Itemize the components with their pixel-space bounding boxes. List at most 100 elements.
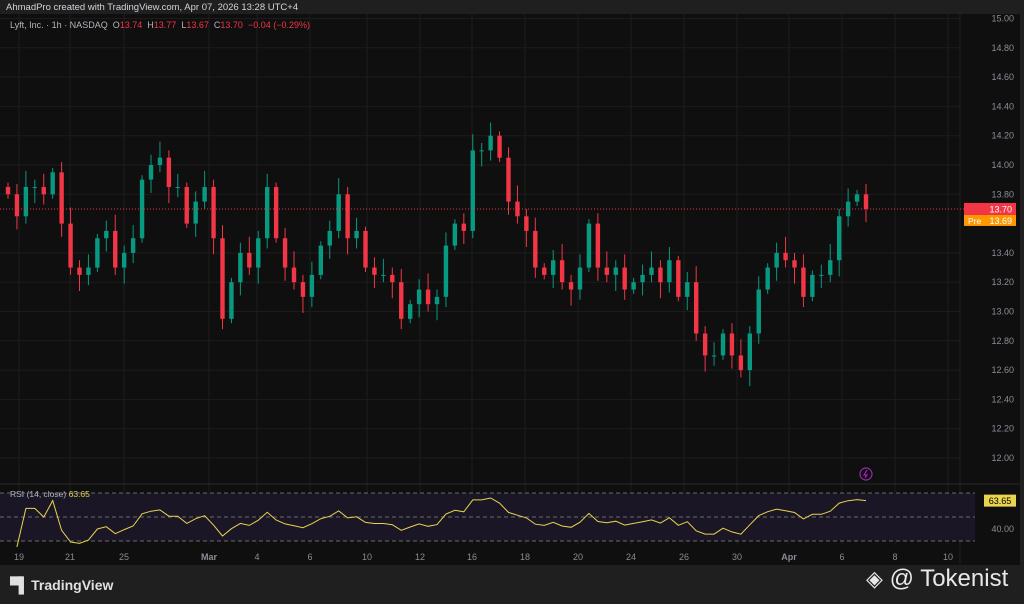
- candle: [166, 150, 172, 204]
- candle: [667, 247, 672, 293]
- candle: [738, 339, 744, 378]
- candle: [184, 182, 189, 228]
- price-tick-label: 12.40: [991, 394, 1014, 404]
- candle-body: [667, 260, 672, 283]
- candle-body: [631, 282, 636, 290]
- candle-body: [586, 223, 592, 268]
- candle: [229, 277, 234, 324]
- candle-body: [604, 267, 610, 275]
- candle-body: [836, 216, 842, 261]
- candle-body: [121, 252, 127, 268]
- candle-body: [130, 238, 136, 253]
- candle-body: [595, 223, 601, 268]
- candle-body: [720, 333, 726, 356]
- candle-body: [309, 274, 315, 297]
- price-tick-label: 15.00: [991, 14, 1014, 24]
- candle-body: [640, 274, 645, 283]
- candle-body: [774, 252, 779, 268]
- lightning-event-icon[interactable]: [859, 467, 873, 481]
- candle-body: [211, 186, 216, 239]
- time-tick-label: 6: [307, 552, 312, 562]
- candle-body: [425, 289, 431, 305]
- candle-body: [613, 267, 618, 275]
- last-price-text: 13.70: [989, 204, 1012, 214]
- price-chart[interactable]: 15.00 14.80 14.60 14.40 14.20 14.00 13.80 13.40…: [0, 0, 1024, 604]
- candle-body: [756, 289, 761, 334]
- candle: [711, 342, 717, 366]
- candle: [676, 255, 681, 302]
- candle: [568, 274, 574, 306]
- price-tick-label: 12.60: [991, 365, 1014, 375]
- candle-body: [416, 289, 422, 305]
- candle-body: [685, 282, 690, 297]
- candle-body: [157, 157, 163, 165]
- rsi-legend[interactable]: RSI (14, close) 63.65: [10, 489, 90, 499]
- candle-body: [86, 267, 91, 275]
- time-tick-label: 18: [520, 552, 530, 562]
- candle: [497, 131, 502, 163]
- candle: [586, 219, 592, 272]
- candle-body: [77, 267, 82, 275]
- time-tick-label: Apr: [781, 552, 797, 562]
- candle: [461, 213, 467, 245]
- candle-body: [515, 201, 520, 217]
- candle: [247, 236, 252, 275]
- candle: [685, 271, 690, 311]
- time-tick-label: 6: [839, 552, 844, 562]
- pre-price-text: 13.69: [989, 216, 1012, 226]
- candle-body: [577, 267, 583, 290]
- candle: [783, 236, 788, 268]
- candle-body: [345, 194, 350, 239]
- candle-body: [50, 172, 55, 195]
- candle: [175, 173, 181, 198]
- time-tick-label: 16: [467, 552, 477, 562]
- pre-label: Pre: [968, 216, 982, 226]
- candle: [533, 217, 538, 278]
- candle-body: [148, 165, 154, 180]
- candle-body: [175, 186, 181, 188]
- candle: [363, 226, 368, 272]
- candle-body: [14, 194, 20, 217]
- candle-body: [282, 238, 288, 268]
- symbol-name[interactable]: Lyft, Inc. · 1h · NASDAQ: [10, 20, 108, 30]
- candle: [193, 191, 198, 237]
- candle: [720, 329, 726, 360]
- candle-body: [863, 194, 869, 209]
- candle-body: [264, 186, 270, 239]
- candle-body: [765, 267, 770, 290]
- price-tick-label: 12.20: [991, 424, 1014, 434]
- candle: [810, 270, 815, 302]
- price-tick-label: 14.40: [991, 101, 1014, 111]
- candle: [86, 254, 91, 286]
- candle: [50, 167, 55, 199]
- candle: [649, 251, 654, 283]
- candle-body: [479, 150, 484, 152]
- candle: [434, 289, 440, 321]
- change-value: −0.04 (−0.29%): [247, 20, 310, 30]
- candle: [121, 245, 127, 284]
- candle: [113, 214, 118, 275]
- candle: [792, 252, 797, 284]
- candle: [443, 232, 449, 308]
- candle: [836, 208, 842, 277]
- open-value: 13.74: [119, 20, 143, 30]
- candle-body: [363, 230, 368, 268]
- candle: [640, 264, 645, 296]
- candle-body: [792, 260, 797, 268]
- low-value: 13.67: [186, 20, 209, 30]
- time-tick-label: 20: [573, 552, 583, 562]
- candle: [828, 244, 833, 283]
- candle: [202, 170, 207, 209]
- candle-body: [220, 238, 225, 319]
- candle-body: [32, 186, 38, 188]
- event-circle: [859, 467, 873, 481]
- price-tick-label: 14.60: [991, 72, 1014, 82]
- candle-body: [59, 172, 64, 224]
- candle-body: [113, 230, 118, 268]
- candle-body: [23, 186, 29, 217]
- time-tick-label: 8: [892, 552, 897, 562]
- price-tick-label: 14.80: [991, 43, 1014, 53]
- candle: [658, 260, 663, 299]
- time-tick-label: 19: [14, 552, 24, 562]
- candle-body: [390, 274, 395, 283]
